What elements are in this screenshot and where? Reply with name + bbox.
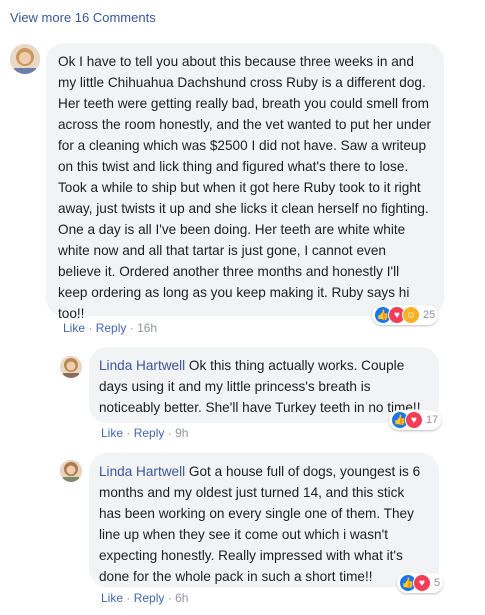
reaction-count: 25: [423, 309, 436, 321]
comment-bubble: Ok I have to tell you about this because…: [46, 43, 444, 321]
reply-button[interactable]: Reply: [134, 426, 165, 440]
love-reaction-icon: ♥: [405, 411, 423, 429]
timestamp[interactable]: 6h: [175, 591, 188, 605]
reply-button[interactable]: Reply: [96, 321, 127, 335]
like-button[interactable]: Like: [63, 321, 85, 335]
commenter-name[interactable]: Linda Hartwell: [99, 464, 185, 479]
haha-reaction-icon: ☺: [402, 306, 420, 324]
timestamp[interactable]: 9h: [175, 426, 188, 440]
avatar[interactable]: [60, 356, 82, 378]
separator: ·: [126, 591, 131, 605]
comment-text: Ok I have to tell you about this because…: [58, 54, 432, 321]
separator: ·: [129, 321, 134, 335]
like-button[interactable]: Like: [101, 591, 123, 605]
avatar[interactable]: [10, 44, 40, 74]
separator: ·: [88, 321, 93, 335]
separator: ·: [167, 426, 172, 440]
reaction-summary[interactable]: 👍 ♥ 5: [397, 573, 444, 593]
reply-bubble: Linda Hartwell Got a house full of dogs,…: [89, 453, 439, 587]
comment-actions: Like · Reply · 6h: [101, 591, 188, 605]
reaction-summary[interactable]: 👍 ♥ ☺ 25: [372, 305, 439, 325]
separator: ·: [126, 426, 131, 440]
reaction-count: 5: [434, 577, 441, 589]
commenter-name[interactable]: Linda Hartwell: [99, 358, 185, 373]
avatar[interactable]: [60, 460, 82, 482]
reply-bubble: Linda Hartwell Ok this thing actually wo…: [89, 347, 439, 423]
love-reaction-icon: ♥: [413, 574, 431, 592]
separator: ·: [167, 591, 172, 605]
comment-text: Got a house full of dogs, youngest is 6 …: [99, 464, 421, 584]
comment-actions: Like · Reply · 9h: [101, 426, 188, 440]
reply-button[interactable]: Reply: [134, 591, 165, 605]
reaction-summary[interactable]: 👍 ♥ 17: [389, 410, 442, 430]
view-more-comments-link[interactable]: View more 16 Comments: [10, 10, 156, 25]
timestamp[interactable]: 16h: [137, 321, 157, 335]
comment-actions: Like · Reply · 16h: [63, 321, 157, 335]
reaction-count: 17: [426, 414, 439, 426]
like-button[interactable]: Like: [101, 426, 123, 440]
